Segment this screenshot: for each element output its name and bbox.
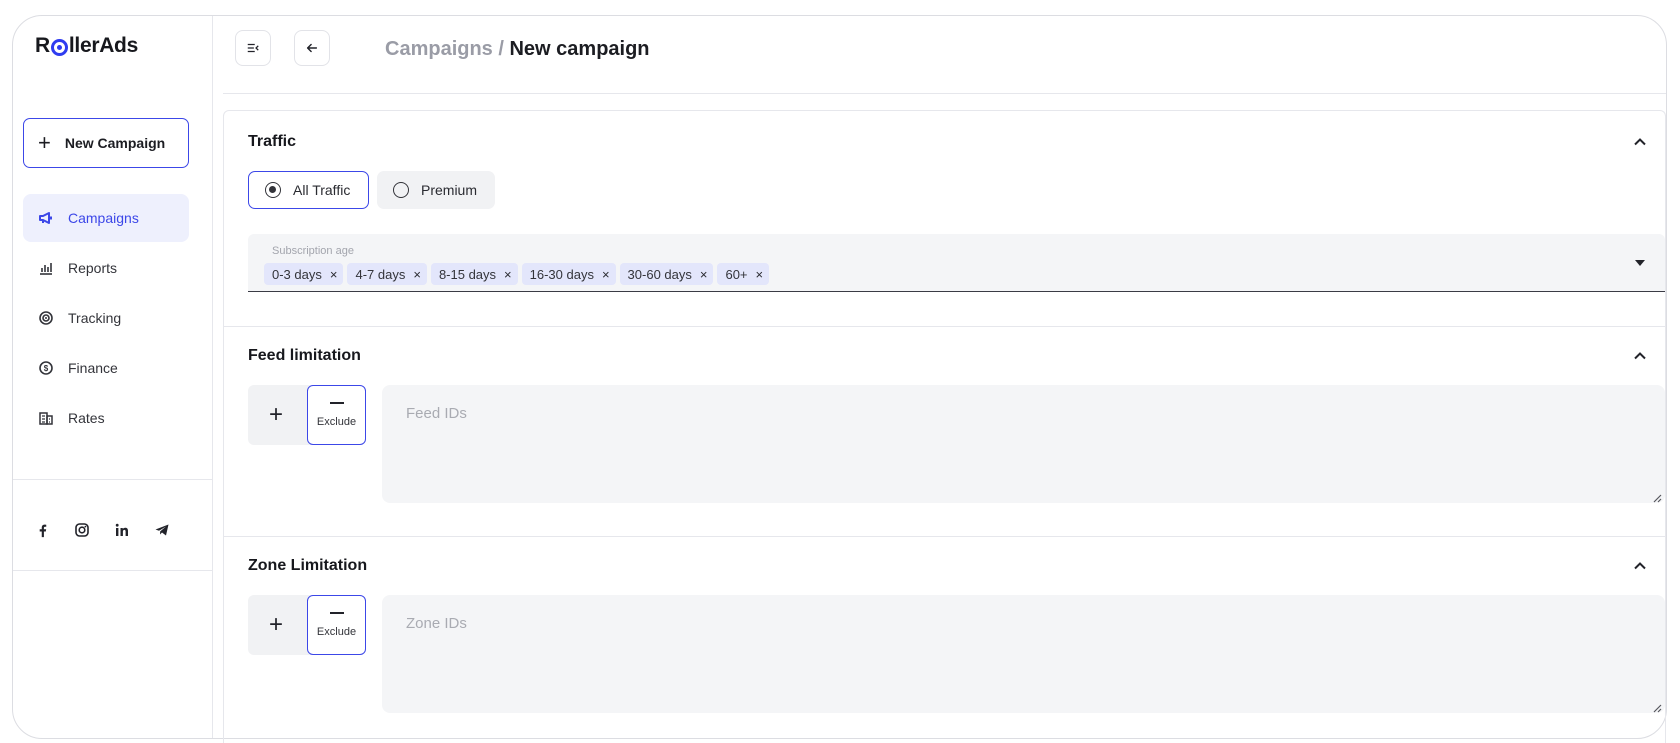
collapse-menu-icon	[247, 43, 259, 53]
linkedin-icon[interactable]	[113, 521, 131, 539]
building-icon	[37, 410, 54, 427]
close-icon[interactable]: ×	[504, 267, 512, 282]
telegram-icon[interactable]	[153, 521, 171, 539]
caret-down-icon[interactable]	[1635, 260, 1645, 266]
section-title: Feed limitation	[248, 347, 361, 364]
chevron-up-icon[interactable]	[1631, 133, 1649, 151]
include-exclude-toggle: + Exclude	[248, 385, 366, 445]
logo[interactable]: RllerAds	[35, 34, 138, 58]
include-exclude-toggle: + Exclude	[248, 595, 366, 655]
breadcrumb: Campaigns / New campaign	[385, 38, 650, 61]
sidebar-divider	[13, 479, 212, 480]
subscription-age-select[interactable]: Subscription age 0-3 days × 4-7 days × 8-1…	[248, 234, 1665, 292]
chip-label: 8-15 days	[438, 266, 497, 282]
sidebar-item-label: Reports	[68, 260, 118, 276]
megaphone-icon	[37, 210, 54, 227]
minus-icon	[329, 612, 344, 614]
minus-icon	[329, 402, 344, 404]
breadcrumb-campaigns-link[interactable]: Campaigns	[385, 38, 493, 60]
campaign-form: Traffic All Traffic Premium Subscription…	[223, 110, 1666, 743]
chip: 16-30 days ×	[521, 263, 616, 285]
sidebar-item-label: Finance	[68, 360, 118, 376]
chip-label: 60+	[725, 266, 748, 282]
field-label: Subscription age	[272, 245, 354, 257]
traffic-option-premium[interactable]: Premium	[377, 171, 496, 209]
target-icon	[37, 310, 54, 327]
option-label: Premium	[421, 182, 478, 198]
chip: 4-7 days ×	[347, 263, 427, 285]
facebook-icon[interactable]	[33, 521, 51, 539]
include-button[interactable]: +	[248, 385, 304, 445]
radio-unchecked-icon	[393, 182, 409, 198]
chevron-up-icon[interactable]	[1631, 557, 1649, 575]
section-title: Zone Limitation	[248, 557, 368, 574]
chip: 60+ ×	[717, 263, 770, 285]
chip: 8-15 days ×	[430, 263, 518, 285]
traffic-option-all[interactable]: All Traffic	[248, 171, 370, 209]
sidebar-item-rates[interactable]: Rates	[23, 394, 189, 442]
exclude-button[interactable]: Exclude	[307, 385, 366, 445]
sidebar-nav: Campaigns Reports Tracking $ Finance Rat…	[23, 194, 189, 444]
dollar-icon: $	[37, 360, 54, 377]
close-icon[interactable]: ×	[413, 267, 421, 282]
sidebar-item-label: Campaigns	[68, 210, 139, 226]
sidebar-divider	[13, 570, 212, 571]
sidebar-item-tracking[interactable]: Tracking	[23, 294, 189, 342]
logo-text-end: llerAds	[68, 34, 138, 57]
new-campaign-label: New Campaign	[64, 135, 166, 151]
exclude-label: Exclude	[316, 626, 357, 638]
sidebar: RllerAds + New Campaign Campaigns Report…	[13, 16, 213, 738]
sidebar-item-campaigns[interactable]: Campaigns	[23, 194, 189, 242]
zone-limitation-section: Zone Limitation + Exclude	[224, 537, 1665, 743]
feed-limitation-section: Feed limitation + Exclude	[224, 327, 1665, 536]
feed-ids-input[interactable]	[382, 385, 1665, 503]
instagram-icon[interactable]	[73, 521, 91, 539]
new-campaign-button[interactable]: + New Campaign	[23, 118, 189, 168]
zone-ids-input[interactable]	[382, 595, 1665, 713]
svg-text:$: $	[43, 364, 48, 373]
breadcrumb-separator: /	[492, 38, 510, 60]
header: Campaigns / New campaign	[213, 16, 1666, 90]
chevron-up-icon[interactable]	[1631, 347, 1649, 365]
sidebar-item-reports[interactable]: Reports	[23, 244, 189, 292]
arrow-left-icon	[306, 43, 318, 53]
close-icon[interactable]: ×	[602, 267, 610, 282]
radio-checked-icon	[265, 182, 281, 198]
resize-handle-icon[interactable]	[1652, 493, 1662, 503]
header-divider	[223, 93, 1666, 94]
collapse-sidebar-button[interactable]	[235, 30, 271, 66]
include-button[interactable]: +	[248, 595, 304, 655]
chip-label: 4-7 days	[355, 266, 406, 282]
sidebar-item-finance[interactable]: $ Finance	[23, 344, 189, 392]
chart-icon	[37, 260, 54, 277]
sidebar-item-label: Tracking	[68, 310, 122, 326]
close-icon[interactable]: ×	[756, 267, 764, 282]
exclude-button[interactable]: Exclude	[307, 595, 366, 655]
chip: 30-60 days ×	[619, 263, 714, 285]
resize-handle-icon[interactable]	[1652, 703, 1662, 713]
traffic-section: Traffic All Traffic Premium Subscription…	[224, 111, 1665, 326]
social-links	[33, 521, 171, 539]
back-button[interactable]	[294, 30, 330, 66]
selected-chips: 0-3 days × 4-7 days × 8-15 days × 16-30 day…	[264, 263, 770, 285]
logo-target-icon	[50, 38, 68, 56]
chip-label: 0-3 days	[272, 266, 322, 282]
chip-label: 30-60 days	[627, 266, 692, 282]
sidebar-item-label: Rates	[68, 410, 105, 426]
logo-text-start: R	[35, 34, 50, 57]
page-title: New campaign	[509, 38, 650, 60]
chip: 0-3 days ×	[264, 263, 344, 285]
exclude-label: Exclude	[316, 416, 357, 428]
chip-label: 16-30 days	[529, 266, 594, 282]
close-icon[interactable]: ×	[330, 267, 338, 282]
option-label: All Traffic	[293, 182, 351, 198]
section-title: Traffic	[248, 133, 297, 150]
plus-icon: +	[38, 130, 51, 155]
close-icon[interactable]: ×	[700, 267, 708, 282]
